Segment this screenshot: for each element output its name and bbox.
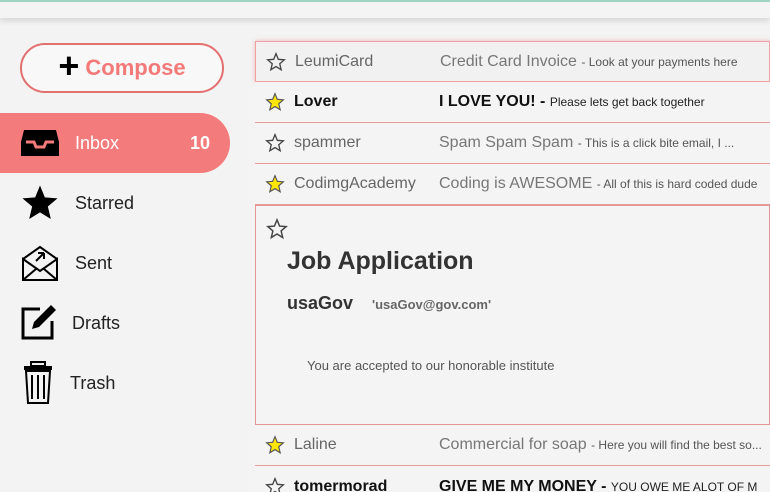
email-row[interactable]: spammer Spam Spam Spam - This is a click… xyxy=(255,123,770,164)
sidebar-item-label: Inbox xyxy=(75,132,120,153)
star-filled-icon[interactable] xyxy=(265,92,285,112)
plus-icon: + xyxy=(58,45,80,86)
email-sender: Laline xyxy=(294,436,337,453)
star-outline-icon[interactable] xyxy=(265,476,285,492)
sidebar-item-starred[interactable]: Starred xyxy=(0,173,230,233)
star-outline-icon[interactable] xyxy=(266,51,286,72)
star-outline-icon[interactable] xyxy=(265,133,285,153)
sidebar-item-label: Starred xyxy=(75,192,135,213)
email-subject: Spam Spam Spam - This is a click bite em… xyxy=(439,134,735,151)
sidebar-item-sent[interactable]: Sent xyxy=(0,233,230,293)
email-subject: I LOVE YOU! - Please lets get back toget… xyxy=(439,93,705,110)
inbox-count-badge: 10 xyxy=(189,132,210,153)
expanded-email[interactable]: Job Application usaGov 'usaGov@gov.com' … xyxy=(255,205,770,425)
email-list: LeumiCard Credit Card Invoice - Look at … xyxy=(255,41,770,492)
star-filled-icon[interactable] xyxy=(265,435,285,455)
email-row[interactable]: CodimgAcademy Coding is AWESOME - All of… xyxy=(255,164,770,205)
email-subject: Commercial for soap - Here you will find… xyxy=(439,436,762,453)
star-icon xyxy=(18,181,62,225)
edit-icon xyxy=(16,301,60,345)
sidebar-item-trash[interactable]: Trash xyxy=(0,353,230,413)
email-row[interactable]: Laline Commercial for soap - Here you wi… xyxy=(255,425,770,466)
email-row[interactable]: Lover I LOVE YOU! - Please lets get back… xyxy=(255,82,770,123)
email-sender: CodimgAcademy xyxy=(294,175,416,192)
top-bar xyxy=(0,0,770,18)
star-outline-icon[interactable] xyxy=(266,218,288,240)
trash-icon xyxy=(16,361,60,405)
sidebar-item-label: Sent xyxy=(75,252,113,273)
email-sender: LeumiCard xyxy=(295,52,374,70)
sent-envelope-icon xyxy=(18,241,62,285)
email-subject: Credit Card Invoice - Look at your payme… xyxy=(440,52,738,70)
email-subject: GIVE ME MY MONEY - YOU OWE ME ALOT OF M xyxy=(439,477,758,492)
compose-button[interactable]: + Compose xyxy=(20,43,224,93)
compose-label: Compose xyxy=(85,55,186,80)
email-sender: Lover xyxy=(294,93,338,110)
email-sender: usaGov xyxy=(287,293,354,313)
email-subject: Coding is AWESOME - All of this is hard … xyxy=(439,175,758,192)
sidebar-item-label: Drafts xyxy=(72,312,121,333)
email-title: Job Application xyxy=(287,247,474,275)
email-sender: spammer xyxy=(294,134,361,151)
email-address: 'usaGov@gov.com' xyxy=(372,297,492,312)
sidebar-item-label: Trash xyxy=(70,372,116,393)
inbox-icon xyxy=(18,121,62,165)
email-body: You are accepted to our honorable instit… xyxy=(307,358,555,373)
sidebar-item-inbox[interactable]: Inbox 10 xyxy=(0,113,230,173)
email-row[interactable]: LeumiCard Credit Card Invoice - Look at … xyxy=(255,41,770,82)
sidebar-item-drafts[interactable]: Drafts xyxy=(0,293,230,353)
email-sender: tomermorad xyxy=(294,477,388,492)
star-filled-icon[interactable] xyxy=(265,174,285,194)
email-row[interactable]: tomermorad GIVE ME MY MONEY - YOU OWE ME… xyxy=(255,466,770,492)
